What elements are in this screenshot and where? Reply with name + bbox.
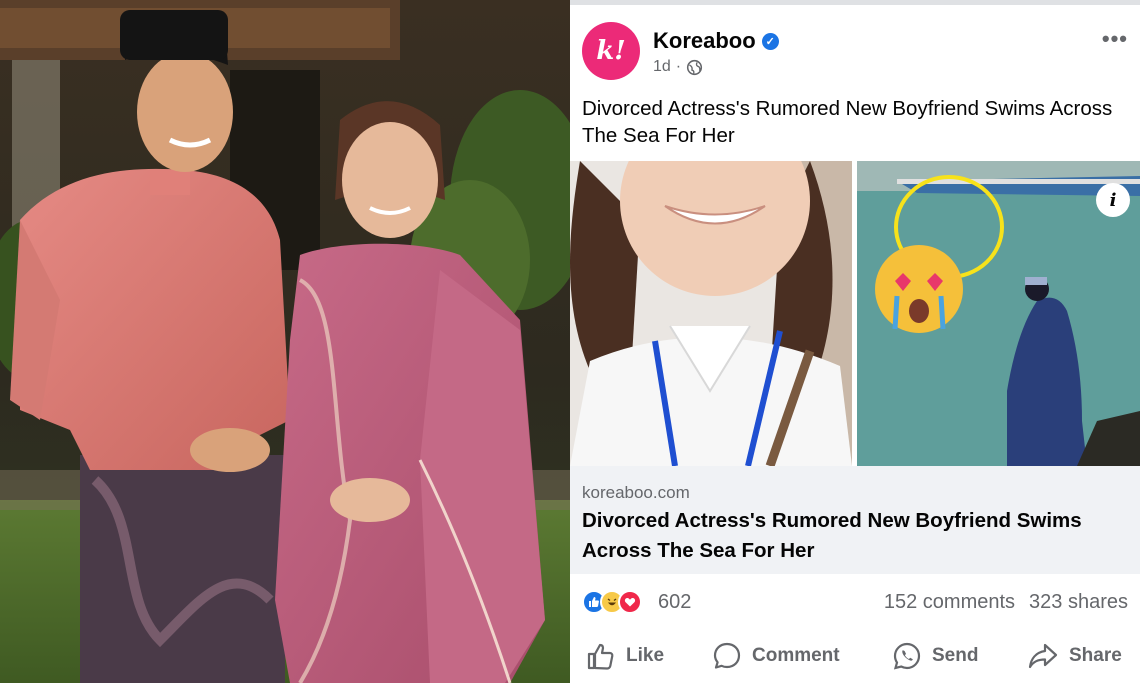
media-image-woman-smiling[interactable] bbox=[570, 161, 852, 466]
like-label: Like bbox=[626, 645, 665, 666]
post-media[interactable]: i bbox=[570, 161, 1140, 466]
love-icon bbox=[618, 590, 642, 614]
post-caption: Divorced Actress's Rumored New Boyfriend… bbox=[582, 97, 1113, 147]
send-button[interactable]: Send bbox=[892, 636, 978, 676]
share-arrow-icon bbox=[1028, 643, 1058, 669]
thumbs-up-icon bbox=[587, 643, 614, 670]
post-header: k! Koreaboo ✓ 1d · ••• bbox=[582, 22, 1132, 84]
post-time[interactable]: 1d bbox=[653, 58, 671, 76]
globe-icon bbox=[687, 59, 703, 75]
post-meta: 1d · bbox=[653, 58, 703, 76]
link-title[interactable]: Divorced Actress's Rumored New Boyfriend… bbox=[582, 506, 1132, 566]
action-bar: Like Comment Send Share bbox=[570, 636, 1140, 676]
check-badge-icon: ✓ bbox=[761, 32, 779, 50]
comment-button[interactable]: Comment bbox=[712, 636, 840, 676]
avatar-logo: k! bbox=[596, 36, 626, 66]
page-name[interactable]: Koreaboo bbox=[653, 28, 756, 54]
facebook-post: k! Koreaboo ✓ 1d · ••• Divorced Actress'… bbox=[570, 0, 1140, 683]
speech-bubble-icon bbox=[713, 642, 741, 669]
share-label: Share bbox=[1069, 645, 1122, 666]
send-label: Send bbox=[932, 645, 979, 666]
couple-photo bbox=[0, 0, 570, 683]
info-button[interactable]: i bbox=[1096, 183, 1130, 217]
more-options-button[interactable]: ••• bbox=[1102, 26, 1128, 52]
reaction-icons[interactable] bbox=[582, 590, 642, 614]
reaction-count[interactable]: 602 bbox=[658, 591, 691, 614]
page-name-row: Koreaboo ✓ bbox=[653, 28, 779, 54]
share-button[interactable]: Share bbox=[1027, 636, 1122, 676]
comment-label: Comment bbox=[752, 645, 840, 666]
whatsapp-icon bbox=[893, 642, 921, 670]
meta-separator: · bbox=[675, 58, 682, 75]
link-domain: koreaboo.com bbox=[582, 483, 690, 502]
engagement-counts: 152 comments 323 shares bbox=[884, 591, 1128, 614]
divider bbox=[570, 0, 1140, 5]
link-preview[interactable]: koreaboo.com Divorced Actress's Rumored … bbox=[570, 466, 1140, 574]
like-button[interactable]: Like bbox=[586, 636, 664, 676]
shares-count[interactable]: 323 shares bbox=[1029, 591, 1128, 614]
media-image-sea[interactable]: i bbox=[857, 161, 1140, 466]
comments-count[interactable]: 152 comments bbox=[884, 591, 1015, 614]
post-stats: 602 152 comments 323 shares bbox=[582, 588, 1128, 618]
page-avatar[interactable]: k! bbox=[582, 22, 640, 80]
